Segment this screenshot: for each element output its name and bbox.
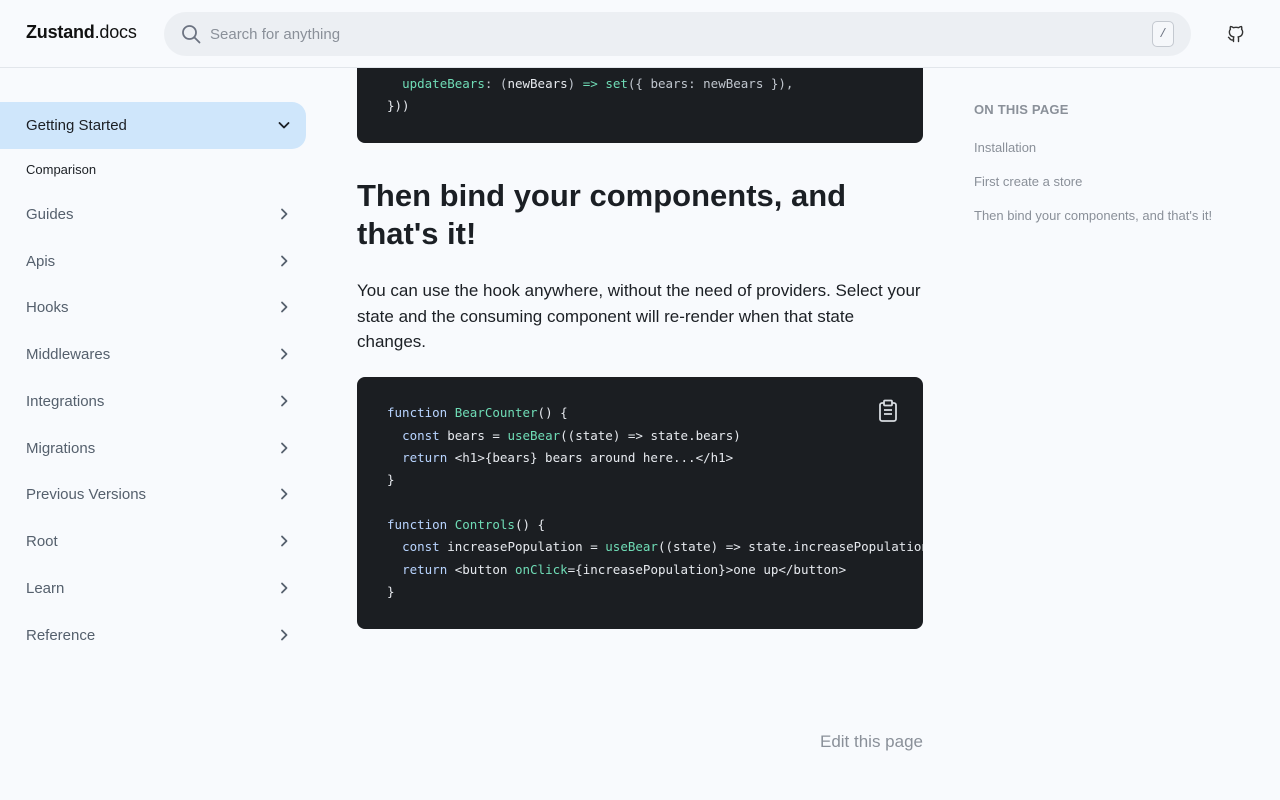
main-content: updateBears: (newBears) => set({ bears: … xyxy=(357,0,923,800)
code-line: } xyxy=(387,584,395,599)
toc-item-installation[interactable]: Installation xyxy=(974,140,1036,155)
chevron-right-icon xyxy=(281,208,288,220)
chevron-right-icon xyxy=(281,488,288,500)
edit-page-link[interactable]: Edit this page xyxy=(820,732,923,752)
sidebar-item-previous-versions[interactable]: Previous Versions xyxy=(0,474,306,514)
chevron-down-icon xyxy=(278,122,290,129)
code-line: const bears = useBear((state) => state.b… xyxy=(402,428,741,443)
sidebar-nav: Getting Started Comparison Guides Apis H… xyxy=(0,68,320,800)
sidebar-item-label: Learn xyxy=(26,579,65,597)
toc-item-create-store[interactable]: First create a store xyxy=(974,174,1082,189)
code-line: const increasePopulation = useBear((stat… xyxy=(402,539,923,554)
code-line: return <h1>{bears} bears around here...<… xyxy=(402,450,734,465)
sidebar-subitem-comparison[interactable]: Comparison xyxy=(26,162,96,177)
logo-brand: Zustand xyxy=(26,22,95,42)
search-icon xyxy=(182,25,201,44)
sidebar-item-hooks[interactable]: Hooks xyxy=(0,287,306,327)
toc-item-bind-components[interactable]: Then bind your components, and that's it… xyxy=(974,208,1212,223)
code-line: return <button onClick={increasePopulati… xyxy=(402,562,847,577)
sidebar-item-migrations[interactable]: Migrations xyxy=(0,428,306,468)
code-line: function Controls() { xyxy=(387,517,546,532)
code-line: } xyxy=(387,472,395,487)
chevron-right-icon xyxy=(281,582,288,594)
search-bar[interactable]: / xyxy=(164,12,1191,56)
sidebar-item-label: Reference xyxy=(26,626,96,644)
sidebar-item-label: Integrations xyxy=(26,392,105,410)
search-input[interactable] xyxy=(210,12,1110,56)
sidebar-item-label: Root xyxy=(26,532,58,550)
chevron-right-icon xyxy=(281,535,288,547)
sidebar-item-label: Getting Started xyxy=(26,117,127,134)
sidebar-item-getting-started[interactable]: Getting Started xyxy=(0,102,306,149)
sidebar-item-reference[interactable]: Reference xyxy=(0,615,306,655)
site-logo[interactable]: Zustand.docs xyxy=(26,22,137,43)
chevron-right-icon xyxy=(281,629,288,641)
toc-title: ON THIS PAGE xyxy=(974,102,1069,117)
sidebar-item-label: Middlewares xyxy=(26,345,111,363)
sidebar-item-label: Apis xyxy=(26,252,56,270)
chevron-right-icon xyxy=(281,255,288,267)
sidebar-item-label: Previous Versions xyxy=(26,485,147,503)
code-block-components: function BearCounter() { const bears = u… xyxy=(357,377,923,629)
chevron-right-icon xyxy=(281,442,288,454)
section-paragraph: You can use the hook anywhere, without t… xyxy=(357,281,921,351)
sidebar-item-root[interactable]: Root xyxy=(0,521,306,561)
section-heading: Then bind your components, and that's it… xyxy=(357,178,847,251)
sidebar-item-integrations[interactable]: Integrations xyxy=(0,381,306,421)
code-line: updateBears: (newBears) => set({ bears: … xyxy=(402,76,794,91)
code-line: function BearCounter() { xyxy=(387,405,568,420)
sidebar-item-middlewares[interactable]: Middlewares xyxy=(0,334,306,374)
search-shortcut-key: / xyxy=(1152,21,1174,47)
chevron-right-icon xyxy=(281,395,288,407)
sidebar-item-learn[interactable]: Learn xyxy=(0,568,306,608)
sidebar-item-label: Hooks xyxy=(26,298,69,316)
sidebar-item-apis[interactable]: Apis xyxy=(0,241,306,281)
logo-suffix: .docs xyxy=(94,22,137,42)
sidebar-item-label: Migrations xyxy=(26,439,96,457)
sidebar-item-guides[interactable]: Guides xyxy=(0,194,306,234)
sidebar-item-label: Guides xyxy=(26,205,74,223)
code-line: })) xyxy=(387,98,410,113)
chevron-right-icon xyxy=(281,348,288,360)
top-header: Zustand.docs / xyxy=(0,0,1280,68)
github-icon[interactable] xyxy=(1226,24,1246,44)
chevron-right-icon xyxy=(281,301,288,313)
clipboard-copy-icon[interactable] xyxy=(877,399,899,423)
